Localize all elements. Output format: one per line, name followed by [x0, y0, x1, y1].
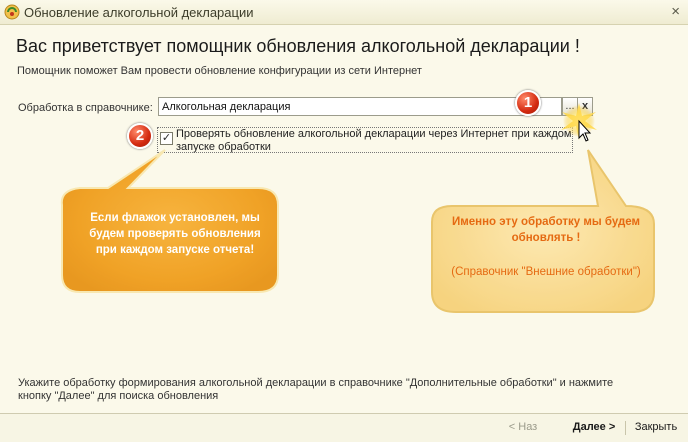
cursor-icon [578, 119, 592, 142]
check-icon: ✓ [161, 132, 172, 144]
title-bar: Обновление алкогольной декларации × [0, 0, 688, 25]
processing-field-input[interactable] [158, 97, 562, 116]
page-title: Вас приветствует помощник обновления алк… [16, 36, 580, 56]
select-icon[interactable]: ... [562, 97, 578, 116]
callout-left-text: Если флажок установлен, мы будем проверя… [89, 212, 261, 256]
window-title: Обновление алкогольной декларации [24, 5, 254, 20]
close-icon[interactable]: × [671, 3, 680, 20]
back-button[interactable]: < Наз [505, 418, 541, 438]
processing-field-label: Обработка в справочнике: [18, 102, 153, 114]
clear-icon[interactable]: x [577, 97, 593, 116]
check-update-checkbox-label[interactable]: Проверять обновление алкогольной деклара… [176, 128, 576, 154]
footer-divider [625, 421, 626, 435]
callout-right-title: Именно эту обработку мы будем обновлять … [452, 216, 640, 244]
callout-right-subtitle: (Справочник "Внешние обработки") [451, 266, 641, 278]
close-button[interactable]: Закрыть [630, 418, 682, 438]
step-badge-1: 1 [515, 90, 541, 116]
app-icon [4, 4, 20, 20]
instruction-text: Укажите обработку формирования алкогольн… [18, 377, 614, 402]
next-button[interactable]: Далее > [566, 418, 622, 438]
step-badge-2: 2 [127, 123, 153, 149]
check-update-checkbox[interactable]: ✓ [160, 132, 173, 145]
page-subtitle: Помощник поможет Вам провести обновление… [17, 65, 422, 77]
